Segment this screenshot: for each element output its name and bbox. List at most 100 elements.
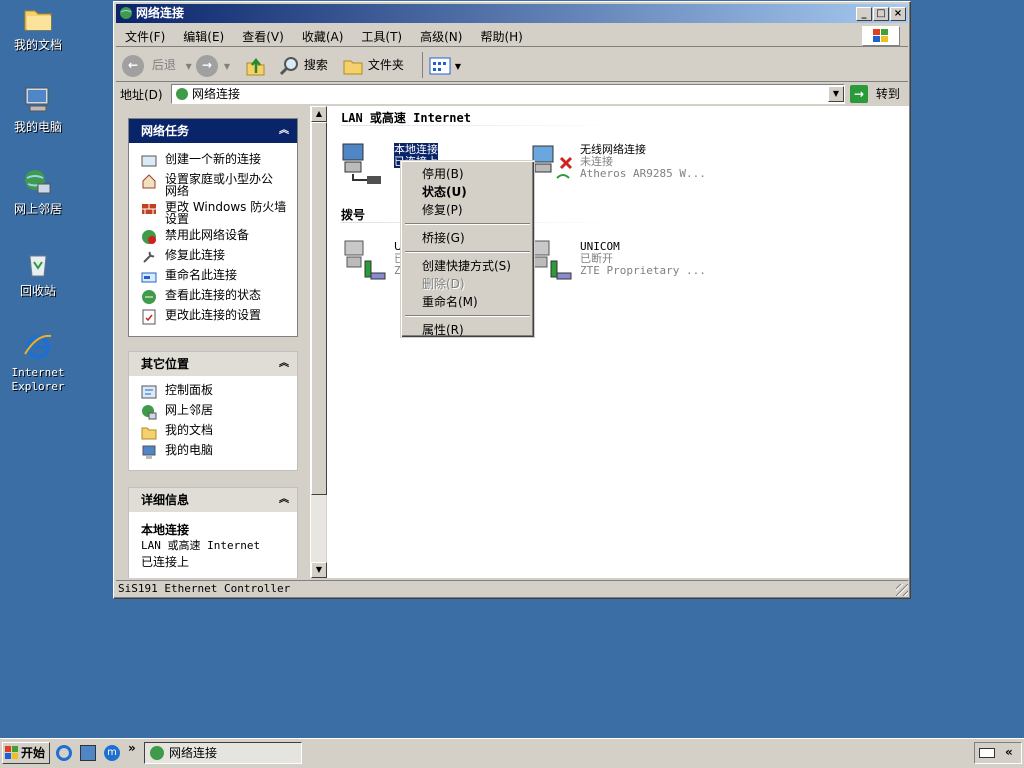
menu-view[interactable]: 查看(V) — [233, 25, 293, 48]
task-change-settings[interactable]: 更改此连接的设置 — [129, 307, 297, 327]
address-dropdown-icon[interactable]: ▼ — [828, 86, 844, 102]
network-icon — [142, 405, 157, 420]
system-tray: « — [974, 742, 1022, 764]
task-repair-connection[interactable]: 修复此连接 — [129, 247, 297, 267]
task-pane-scrollbar[interactable]: ▲ ▼ — [310, 106, 327, 578]
menu-item-create-shortcut[interactable]: 创建快捷方式(S) — [404, 257, 531, 275]
collapse-chevron-icon[interactable]: ︽ — [279, 119, 289, 143]
menu-separator — [405, 251, 530, 253]
scroll-down-button[interactable]: ▼ — [311, 562, 327, 578]
search-button[interactable]: 搜索 — [278, 52, 328, 78]
folder-icon — [22, 2, 54, 34]
place-label: 我的电脑 — [165, 443, 214, 457]
task-label: 设置家庭或小型办公网络 — [165, 172, 274, 198]
desktop-icon-recycle-bin[interactable]: 回收站 — [0, 248, 76, 298]
collapse-chevron-icon[interactable]: ︽ — [279, 352, 289, 376]
place-my-computer[interactable]: 我的电脑 — [129, 442, 297, 462]
place-my-documents[interactable]: 我的文档 — [129, 422, 297, 442]
task-rename-connection[interactable]: 重命名此连接 — [129, 267, 297, 287]
menu-item-status[interactable]: 状态(U) — [404, 183, 531, 201]
forward-dropdown-icon[interactable]: ▼ — [224, 62, 230, 71]
task-label: 更改此连接的设置 — [165, 308, 262, 322]
task-view-status[interactable]: 查看此连接的状态 — [129, 287, 297, 307]
connection-unicom[interactable]: UNICOM 已断开 ZTE Proprietary ... — [527, 237, 717, 285]
back-dropdown-icon[interactable]: ▼ — [186, 62, 192, 71]
task-setup-home-network[interactable]: 设置家庭或小型办公网络 — [129, 171, 279, 199]
menu-item-repair[interactable]: 修复(P) — [404, 201, 531, 219]
place-label: 控制面板 — [165, 383, 214, 397]
folders-button[interactable]: 文件夹 — [342, 52, 404, 78]
up-folder-button[interactable] — [244, 52, 266, 78]
menu-favorites[interactable]: 收藏(A) — [293, 25, 353, 48]
menu-file[interactable]: 文件(F) — [116, 25, 174, 48]
collapse-chevron-icon[interactable]: ︽ — [279, 488, 289, 512]
firewall-icon — [142, 204, 156, 214]
forward-button[interactable]: → ▼ — [196, 52, 230, 78]
disable-device-icon — [142, 230, 156, 244]
views-button[interactable]: ▼ — [422, 52, 461, 78]
start-button[interactable]: 开始 — [2, 742, 50, 764]
network-icon — [22, 166, 54, 198]
network-tasks-title: 网络任务 — [141, 124, 190, 138]
other-places-header[interactable]: 其它位置 ︽ — [129, 352, 297, 376]
back-button[interactable]: ← 后退 ▼ — [122, 52, 192, 78]
taskbar-window-network-connections[interactable]: 网络连接 — [144, 742, 302, 764]
quicklaunch-mail-icon[interactable]: m — [104, 745, 120, 761]
scroll-up-button[interactable]: ▲ — [311, 106, 327, 122]
desktop-icon-my-documents[interactable]: 我的文档 — [0, 2, 76, 52]
status-bar: SiS191 Ethernet Controller — [116, 580, 908, 598]
desktop-icon-network-places[interactable]: 网上邻居 — [0, 166, 76, 216]
task-create-connection[interactable]: 创建一个新的连接 — [129, 151, 297, 171]
details-header[interactable]: 详细信息 ︽ — [129, 488, 297, 512]
task-firewall-settings[interactable]: 更改 Windows 防火墙设置 — [129, 199, 289, 227]
maximize-button[interactable]: □ — [873, 7, 889, 21]
computer-icon — [142, 445, 156, 459]
menu-item-rename[interactable]: 重命名(M) — [404, 293, 531, 311]
views-dropdown-icon[interactable]: ▼ — [455, 62, 461, 71]
forward-arrow-icon: → — [196, 54, 218, 77]
network-tasks-header[interactable]: 网络任务 ︽ — [129, 119, 297, 143]
go-button[interactable]: → 转到 — [850, 84, 900, 104]
title-bar[interactable]: 网络连接 _ □ × — [116, 4, 908, 23]
search-icon — [279, 56, 298, 75]
desktop-icon-my-computer[interactable]: 我的电脑 — [0, 84, 76, 134]
resize-grip-icon[interactable] — [896, 584, 908, 596]
address-value: 网络连接 — [192, 87, 241, 101]
taskbar-window-label: 网络连接 — [169, 746, 218, 760]
menu-item-properties[interactable]: 属性(R) — [404, 321, 531, 339]
quicklaunch-chevron[interactable]: » — [128, 741, 136, 755]
menu-help[interactable]: 帮助(H) — [471, 25, 531, 48]
menu-tools[interactable]: 工具(T) — [352, 25, 411, 48]
minimize-button[interactable]: _ — [856, 7, 872, 21]
connection-device: Atheros AR9285 W... — [580, 167, 706, 180]
address-input[interactable]: 网络连接 ▼ — [171, 84, 845, 104]
settings-icon — [142, 309, 156, 325]
desktop-icon-internet-explorer[interactable]: Internet Explorer — [0, 330, 76, 394]
quicklaunch-ie-icon[interactable] — [56, 745, 72, 761]
menu-item-disable[interactable]: 停用(B) — [404, 165, 531, 183]
close-button[interactable]: × — [890, 7, 906, 21]
toolbar: ← 后退 ▼ → ▼ 搜索 文件夹 ▼ — [116, 49, 908, 82]
menu-item-bridge[interactable]: 桥接(G) — [404, 229, 531, 247]
desktop-icon-label: 我的电脑 — [13, 120, 62, 134]
place-network-places[interactable]: 网上邻居 — [129, 402, 297, 422]
menu-advanced[interactable]: 高级(N) — [411, 25, 471, 48]
folder-icon — [141, 427, 157, 440]
task-disable-device[interactable]: 禁用此网络设备 — [129, 227, 297, 247]
quicklaunch-desktop-icon[interactable] — [80, 745, 96, 761]
connection-device: ZTE Proprietary ... — [580, 264, 706, 277]
menu-edit[interactable]: 编辑(E) — [174, 25, 233, 48]
tray-expand-chevron[interactable]: « — [1005, 745, 1013, 759]
desktop-icon-label: 我的文档 — [13, 38, 62, 52]
desktop-icon-label: 网上邻居 — [13, 202, 62, 216]
scroll-thumb[interactable] — [311, 122, 327, 495]
place-control-panel[interactable]: 控制面板 — [129, 382, 297, 402]
task-label: 创建一个新的连接 — [165, 152, 262, 166]
folder-icon — [343, 60, 363, 74]
windows-logo-icon — [5, 746, 18, 759]
keyboard-icon[interactable] — [979, 748, 995, 758]
network-connections-icon — [120, 7, 132, 19]
connection-wireless[interactable]: 无线网络连接 未连接 Atheros AR9285 W... — [527, 140, 717, 188]
other-places-title: 其它位置 — [141, 357, 190, 371]
group-dialup-header: 拨号 — [341, 208, 366, 222]
